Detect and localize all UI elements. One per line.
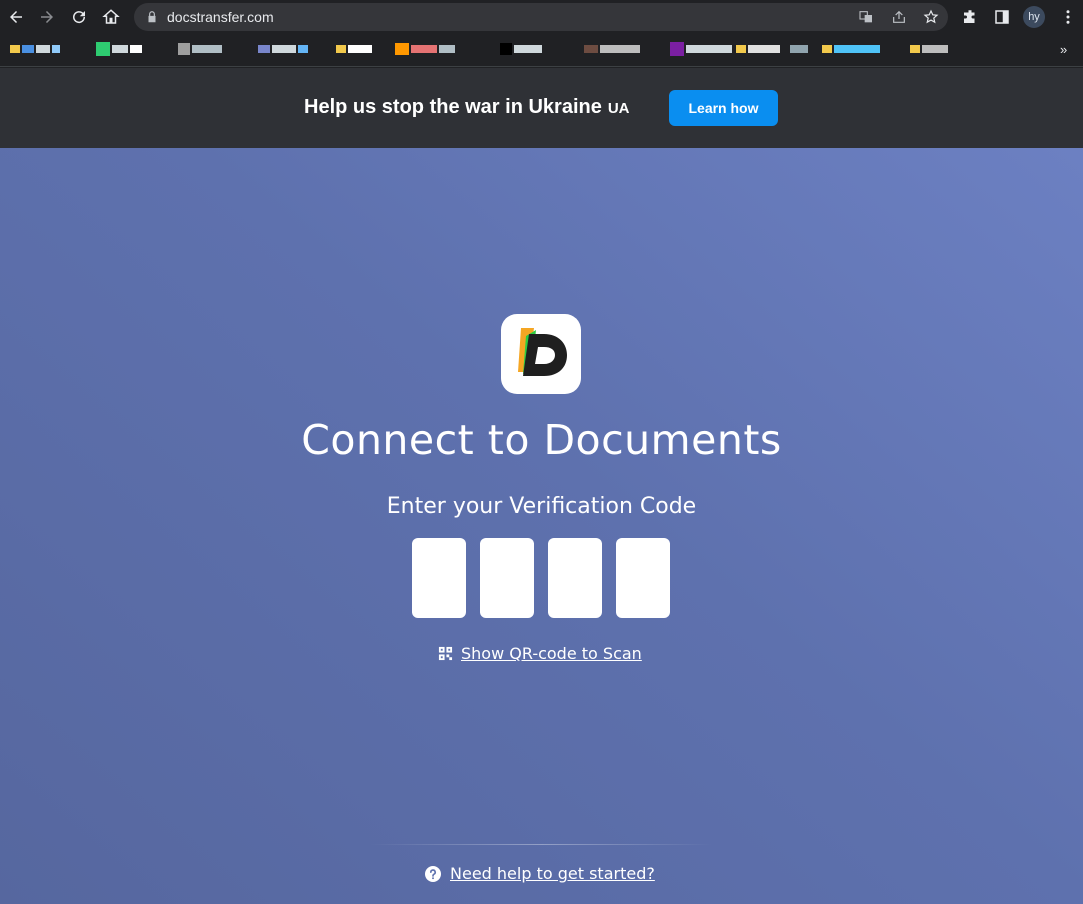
code-digit-4[interactable] <box>616 538 670 618</box>
menu-kebab-icon[interactable] <box>1058 7 1078 27</box>
forward-icon[interactable] <box>35 5 59 29</box>
bookmark-item[interactable] <box>395 39 455 59</box>
footer-divider <box>370 844 713 845</box>
browser-toolbar: docstransfer.com hy <box>0 0 1083 34</box>
bookmarks-bar: » <box>0 34 1083 67</box>
reload-icon[interactable] <box>67 5 91 29</box>
ukraine-banner: Help us stop the war in Ukraine UA Learn … <box>0 68 1083 148</box>
translate-icon[interactable] <box>857 8 875 26</box>
home-icon[interactable] <box>99 5 123 29</box>
side-panel-icon[interactable] <box>992 7 1012 27</box>
bookmark-item[interactable] <box>10 39 60 59</box>
need-help-link[interactable]: Need help to get started? <box>425 864 655 883</box>
bookmark-item[interactable] <box>910 39 948 59</box>
bookmark-item[interactable] <box>670 39 732 59</box>
bookmark-item[interactable] <box>584 39 640 59</box>
bookmark-item[interactable] <box>790 39 808 59</box>
code-digit-3[interactable] <box>548 538 602 618</box>
extensions-icon[interactable] <box>960 7 980 27</box>
share-icon[interactable] <box>890 8 908 26</box>
documents-app-logo <box>501 314 581 394</box>
qr-code-icon <box>438 646 453 661</box>
bookmark-item[interactable] <box>178 39 222 59</box>
bookmark-item[interactable] <box>736 39 780 59</box>
banner-message-text: Help us stop the war in Ukraine <box>304 96 602 118</box>
show-qr-link-text: Show QR-code to Scan <box>461 644 642 663</box>
bookmarks-overflow-icon[interactable]: » <box>1060 42 1067 57</box>
bookmark-item[interactable] <box>258 39 308 59</box>
show-qr-link[interactable]: Show QR-code to Scan <box>438 644 642 663</box>
banner-message: Help us stop the war in Ukraine UA <box>304 96 630 119</box>
bookmark-item[interactable] <box>822 39 880 59</box>
browser-chrome: docstransfer.com hy » <box>0 0 1083 68</box>
verification-subtitle: Enter your Verification Code <box>386 494 697 519</box>
learn-how-button[interactable]: Learn how <box>669 90 778 126</box>
code-digit-1[interactable] <box>412 538 466 618</box>
bookmark-item[interactable] <box>336 39 372 59</box>
page-title: Connect to Documents <box>301 416 782 464</box>
banner-ua-tag: UA <box>607 100 630 117</box>
help-circle-icon <box>425 865 441 882</box>
profile-avatar[interactable]: hy <box>1023 6 1045 28</box>
url-text: docstransfer.com <box>167 9 274 25</box>
code-digit-2[interactable] <box>480 538 534 618</box>
main-content: Connect to Documents Enter your Verifica… <box>0 148 1083 904</box>
need-help-link-text: Need help to get started? <box>450 864 655 883</box>
bookmark-item[interactable] <box>500 39 542 59</box>
bookmark-star-icon[interactable] <box>922 8 940 26</box>
lock-icon[interactable] <box>145 10 159 24</box>
back-icon[interactable] <box>4 5 28 29</box>
address-bar[interactable]: docstransfer.com <box>134 3 948 31</box>
bookmark-item[interactable] <box>96 39 142 59</box>
